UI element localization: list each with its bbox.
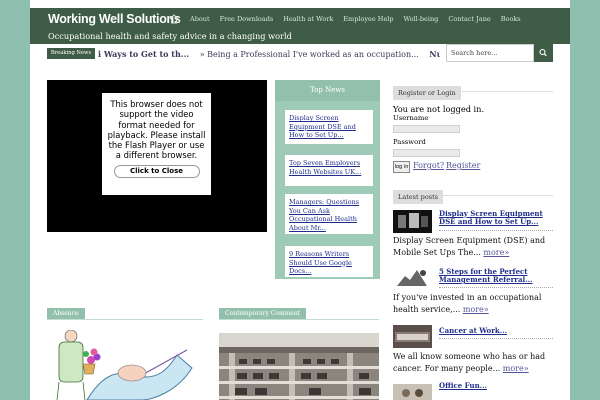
divider xyxy=(439,230,553,231)
site-tagline: Occupational health and safety advice in… xyxy=(30,28,570,44)
home-icon[interactable] xyxy=(169,14,179,24)
post-excerpt: Display Screen Equipment (DSE) and Mobil… xyxy=(393,235,553,259)
login-button[interactable]: log in xyxy=(393,161,410,173)
post-title[interactable]: Cancer at Work... xyxy=(439,327,539,335)
post-title[interactable]: Office Fun... xyxy=(439,382,539,390)
nav-item-employee-help[interactable]: Employee Help xyxy=(338,13,398,25)
section-tag-absence[interactable]: Absence xyxy=(47,308,85,319)
login-status: You are not logged in. xyxy=(393,104,485,114)
video-player[interactable]: This browser does not support the video … xyxy=(47,80,267,232)
nav-item-well-being[interactable]: Well-being xyxy=(399,13,444,25)
divider xyxy=(439,338,553,339)
ticker-item[interactable]: Nurse xyxy=(429,49,440,59)
latest-posts-heading: Latest posts xyxy=(393,190,444,204)
username-label: Username xyxy=(393,114,429,122)
password-field[interactable] xyxy=(393,149,460,157)
forgot-link[interactable]: Forgot? xyxy=(413,161,444,170)
ticker-item[interactable]: » Being a Professional I've worked as an… xyxy=(200,50,419,59)
ticker-track: i Ways to Get to th... » Being a Profess… xyxy=(98,48,440,60)
nav-item-about[interactable]: About xyxy=(185,13,215,25)
top-news-title: Top News xyxy=(275,80,380,101)
nav-item-health-at-work[interactable]: Health at Work xyxy=(278,13,338,25)
post-title[interactable]: Display Screen Equipment DSE and How to … xyxy=(439,210,553,226)
login-heading: Register or Login xyxy=(393,86,461,100)
top-news-item[interactable]: 9 Reasons Writers Should Use Google Docs… xyxy=(285,246,373,277)
divider xyxy=(439,287,553,288)
nav-item-books[interactable]: Books xyxy=(496,13,526,25)
close-button[interactable]: Click to Close xyxy=(113,164,200,178)
nav-item-contact-jane[interactable]: Contact Jane xyxy=(443,13,495,25)
password-label: Password xyxy=(393,138,426,146)
nav-item-free-downloads[interactable]: Free Downloads xyxy=(215,13,279,25)
ticker-item[interactable]: i Ways to Get to th... xyxy=(98,49,189,59)
news-ticker: Breaking News i Ways to Get to th... » B… xyxy=(47,44,553,62)
more-link[interactable]: more» xyxy=(503,364,529,373)
username-field[interactable] xyxy=(393,125,460,133)
register-link[interactable]: Register xyxy=(446,161,480,170)
main-nav: About Free Downloads Health at Work Empl… xyxy=(163,13,526,25)
section-tag-contemporary-comment[interactable]: Contemporary Comment xyxy=(219,308,307,319)
sidebar: Register or Login You are not logged in.… xyxy=(393,80,553,400)
more-link[interactable]: more» xyxy=(463,305,489,314)
breaking-news-badge: Breaking News xyxy=(47,48,95,59)
more-link[interactable]: more» xyxy=(483,248,509,257)
top-news-item[interactable]: Managers: Questions You Can Ask Occupati… xyxy=(285,194,373,234)
post-thumbnail[interactable] xyxy=(393,266,432,289)
post-thumbnail[interactable] xyxy=(393,210,432,233)
search-icon xyxy=(539,48,547,57)
flash-message-text: This browser does not support the video … xyxy=(107,99,206,161)
flash-required-message: This browser does not support the video … xyxy=(102,93,211,195)
search-button[interactable] xyxy=(534,44,553,62)
post-thumbnail[interactable] xyxy=(393,384,432,400)
post-excerpt: We all know someone who has or had cance… xyxy=(393,351,553,375)
search-input[interactable]: Search here... xyxy=(446,44,534,62)
divider xyxy=(47,319,203,320)
post-thumbnail[interactable] xyxy=(393,325,432,348)
site-logo[interactable]: Working Well Solutions xyxy=(48,12,181,26)
divider xyxy=(443,195,553,196)
office-photo[interactable] xyxy=(219,333,379,400)
absence-illustration[interactable] xyxy=(47,330,202,400)
latest-posts-heading-wrap: Latest posts xyxy=(393,184,444,204)
post-excerpt: If you've invested in an occupational he… xyxy=(393,292,553,316)
post-title[interactable]: 5 Steps for the Perfect Management Refer… xyxy=(439,268,539,284)
divider xyxy=(219,319,379,320)
top-news-item[interactable]: Display Screen Equipment DSE and How to … xyxy=(285,110,373,144)
top-news-item[interactable]: Top Seven Employers Health Websites UK..… xyxy=(285,155,373,186)
post-excerpt-text: Display Screen Equipment (DSE) and Mobil… xyxy=(393,236,546,257)
top-news-panel: Top News Display Screen Equipment DSE an… xyxy=(275,80,380,279)
divider xyxy=(462,91,553,92)
